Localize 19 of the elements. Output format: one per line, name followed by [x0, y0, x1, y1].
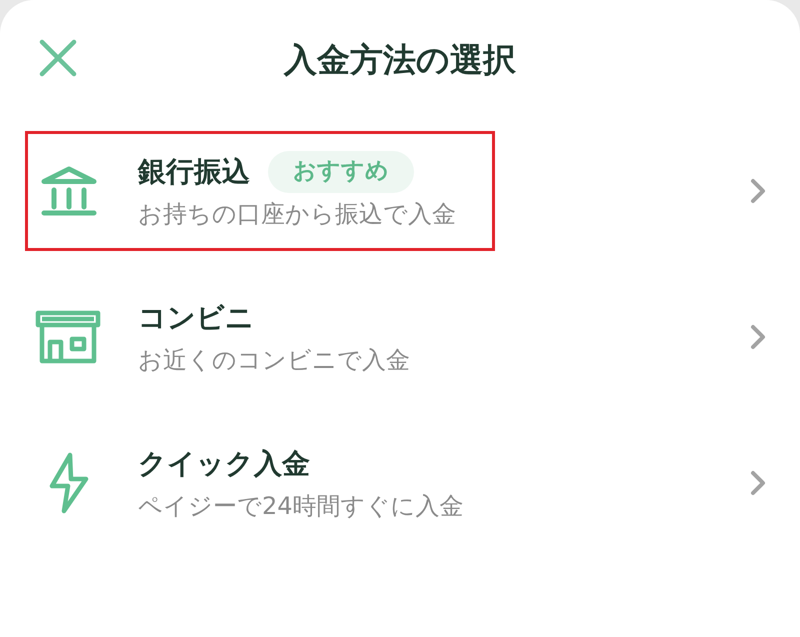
method-title: クイック入金 — [138, 446, 310, 482]
payment-method-item[interactable]: コンビニ お近くのコンビニで入金 — [0, 264, 800, 410]
chevron-right-icon — [750, 324, 766, 350]
recommended-badge: おすすめ — [268, 150, 414, 192]
chevron-right-icon — [750, 470, 766, 496]
close-icon — [39, 39, 77, 77]
chevron-right-icon — [750, 178, 766, 204]
method-title: 銀行振込 — [138, 154, 250, 190]
bank-icon — [40, 165, 98, 217]
method-description: お近くのコンビニで入金 — [138, 344, 410, 376]
method-description: お持ちの口座から振込で入金 — [138, 198, 456, 230]
method-description: ペイジーで24時間すぐに入金 — [138, 490, 464, 522]
method-title: コンビニ — [138, 300, 254, 336]
payment-method-item[interactable]: 銀行振込 おすすめ お持ちの口座から振込で入金 — [0, 118, 800, 264]
store-icon — [35, 310, 101, 364]
sheet-title: 入金方法の選択 — [284, 39, 516, 81]
lightning-icon — [48, 452, 90, 514]
payment-method-item[interactable]: クイック入金 ペイジーで24時間すぐに入金 — [0, 410, 800, 556]
close-button[interactable] — [38, 38, 78, 78]
